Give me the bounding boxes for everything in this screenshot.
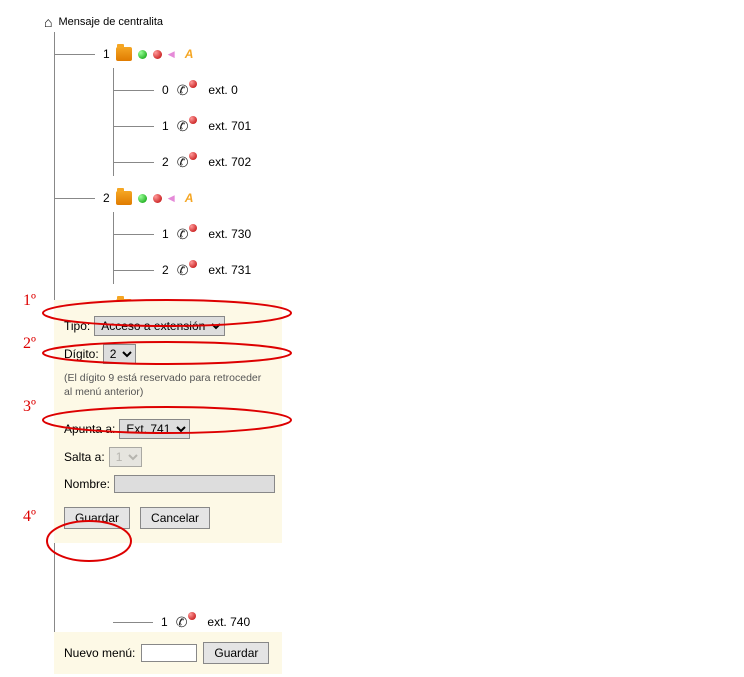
status-dot-red: [189, 260, 197, 268]
digit-label: 1: [162, 119, 169, 133]
annotation-2: 2º: [23, 335, 36, 353]
annotation-4: 4º: [23, 508, 36, 526]
nombre-input[interactable]: [114, 475, 275, 493]
folder-icon: [116, 191, 132, 205]
home-icon: ⌂: [44, 14, 52, 30]
digito-note: (El dígito 9 está reservado para retroce…: [64, 372, 272, 399]
phone-icon: ✆: [177, 154, 189, 171]
tipo-select[interactable]: Acceso a extensión: [94, 316, 225, 336]
phone-icon: ✆: [177, 82, 189, 99]
nuevo-menu-guardar-button[interactable]: Guardar: [203, 642, 269, 664]
ext-label: ext. 740: [207, 615, 250, 629]
nombre-label: Nombre:: [64, 477, 110, 491]
tree-ext-row[interactable]: 2 ✆ ext. 731: [114, 248, 251, 284]
apunta-select[interactable]: Ext. 741: [119, 419, 190, 439]
phone-icon: ✆: [177, 118, 189, 135]
tree-ext-row[interactable]: 2 ✆ ext. 702: [114, 140, 251, 176]
speaker-icon: [168, 50, 179, 59]
salta-select: 1: [109, 447, 142, 467]
annotation-1: 1º: [23, 292, 36, 310]
nuevo-menu-input[interactable]: [141, 644, 197, 662]
guardar-button[interactable]: Guardar: [64, 507, 130, 529]
tree-ext-row[interactable]: 1 ✆ ext. 730: [114, 212, 251, 248]
tree-menu-1[interactable]: 1 A 0 ✆ ext. 0 1: [55, 32, 251, 176]
status-dot-red: [153, 194, 162, 203]
status-dot-red: [188, 612, 196, 620]
tree-menu-2[interactable]: 2 A 1 ✆ ext. 730 2: [55, 176, 251, 284]
status-dot-green: [138, 50, 147, 59]
status-dot-red: [189, 80, 197, 88]
tree-ext-row[interactable]: 1 ✆ ext. 740: [113, 600, 251, 636]
digit-label: 1: [103, 47, 110, 61]
salta-label: Salta a:: [64, 450, 105, 464]
digit-label: 1: [161, 615, 168, 629]
folder-icon: [116, 47, 132, 61]
annotation-3: 3º: [23, 398, 36, 416]
digit-label: 2: [162, 155, 169, 169]
digit-label: 2: [162, 263, 169, 277]
a-icon: A: [185, 191, 194, 205]
ext-label: ext. 730: [208, 227, 251, 241]
status-dot-green: [138, 194, 147, 203]
speaker-icon: [168, 194, 179, 203]
nuevo-menu-label: Nuevo menú:: [64, 646, 135, 660]
phone-icon: ✆: [177, 262, 189, 279]
new-menu-bar: Nuevo menú: Guardar: [54, 632, 282, 674]
a-icon: A: [185, 47, 194, 61]
tipo-label: Tipo:: [64, 319, 90, 333]
digit-label: 0: [162, 83, 169, 97]
phone-icon: ✆: [176, 614, 188, 631]
apunta-label: Apunta a:: [64, 422, 115, 436]
phone-icon: ✆: [177, 226, 189, 243]
digit-label: 1: [162, 227, 169, 241]
ext-label: ext. 731: [208, 263, 251, 277]
tree-ext-row[interactable]: 1 ✆ ext. 701: [114, 104, 251, 140]
ext-label: ext. 701: [208, 119, 251, 133]
status-dot-red: [153, 50, 162, 59]
root-label: Mensaje de centralita: [58, 16, 163, 28]
ext-label: ext. 0: [208, 83, 237, 97]
status-dot-red: [189, 224, 197, 232]
digit-label: 2: [103, 191, 110, 205]
digito-select[interactable]: 2: [103, 344, 136, 364]
digito-label: Dígito:: [64, 347, 99, 361]
tree-ext-row[interactable]: 0 ✆ ext. 0: [114, 68, 251, 104]
cancelar-button[interactable]: Cancelar: [140, 507, 210, 529]
edit-form-panel: Tipo: Acceso a extensión Dígito: 2 (El d…: [54, 300, 282, 543]
status-dot-red: [189, 116, 197, 124]
status-dot-red: [189, 152, 197, 160]
ext-label: ext. 702: [208, 155, 251, 169]
